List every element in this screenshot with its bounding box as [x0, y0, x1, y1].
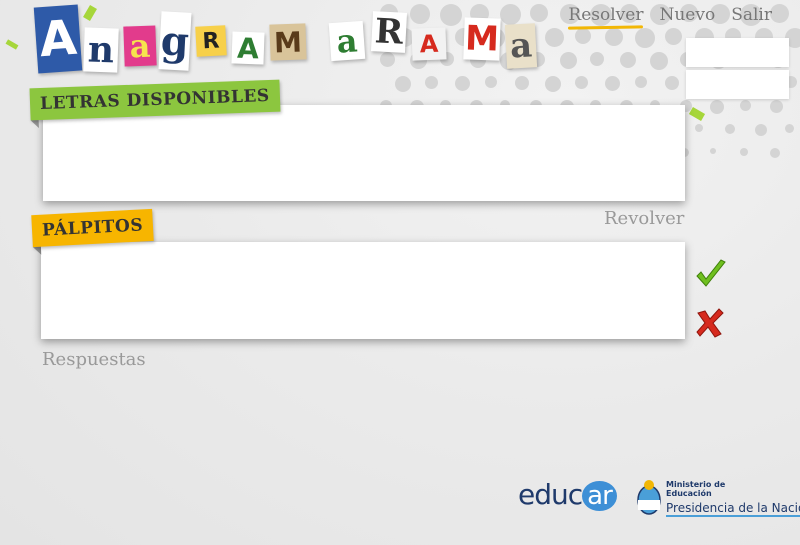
nav-nuevo[interactable]: Nuevo — [659, 5, 715, 25]
logo-letter-tile: M — [269, 23, 307, 61]
background-dot — [740, 100, 751, 111]
shuffle-button[interactable]: Revolver — [604, 208, 684, 229]
background-dot — [770, 4, 789, 23]
logo-letter-tile: M — [463, 17, 501, 61]
guesses-panel[interactable] — [41, 242, 685, 339]
background-dot — [650, 52, 668, 70]
logo-letter-tile: R — [195, 25, 227, 57]
background-dot — [605, 76, 620, 91]
logo-letter-tile: a — [328, 20, 366, 62]
nav-salir[interactable]: Salir — [731, 5, 772, 25]
background-dot — [635, 28, 655, 48]
footer-logos: educ ar Ministerio de Educación Presidenc… — [512, 468, 800, 528]
logo-letter-tile: g — [158, 11, 192, 71]
background-dot — [605, 28, 623, 46]
nav-resolver[interactable]: Resolver — [568, 5, 643, 25]
background-dot — [710, 100, 724, 114]
logo-letter-tile: A — [33, 4, 83, 74]
background-dot — [770, 100, 783, 113]
confetti-shape — [5, 39, 19, 50]
background-dot — [695, 124, 703, 132]
checkmark-icon[interactable] — [694, 258, 728, 292]
logo-letter-tile: A — [411, 27, 447, 61]
background-dot — [620, 52, 636, 68]
side-info-box — [686, 70, 789, 99]
background-dot — [575, 76, 588, 89]
logo-letter-tile: a — [123, 25, 157, 67]
background-dot — [575, 28, 591, 44]
coat-of-arms-icon — [637, 480, 661, 515]
logo-letter-tile: n — [83, 27, 119, 73]
background-dot — [770, 148, 780, 158]
answers-button[interactable]: Respuestas — [42, 349, 146, 370]
side-info-box — [686, 38, 789, 67]
background-dot — [740, 148, 748, 156]
logo-letter-tile: A — [231, 31, 265, 65]
available-letters-panel[interactable] — [43, 105, 685, 201]
top-nav: Resolver Nuevo Salir — [568, 5, 772, 25]
x-icon[interactable] — [693, 306, 727, 340]
background-dot — [710, 148, 716, 154]
background-dot — [665, 76, 679, 90]
background-dot — [755, 124, 767, 136]
background-dot — [725, 124, 735, 134]
background-dot — [785, 124, 794, 133]
guesses-title: PÁLPITOS — [31, 208, 154, 248]
ministry-logo[interactable]: Ministerio de Educación Presidencia de l… — [636, 474, 800, 520]
background-dot — [635, 76, 647, 88]
background-dot — [590, 52, 604, 66]
logo-letter-tile: R — [370, 11, 408, 53]
background-dot — [665, 28, 682, 45]
app-logo: AnagRAMaRAMa — [33, 2, 556, 80]
background-dot — [560, 52, 577, 69]
logo-letter-tile: a — [504, 23, 538, 69]
educar-logo[interactable]: educ ar — [518, 478, 617, 511]
